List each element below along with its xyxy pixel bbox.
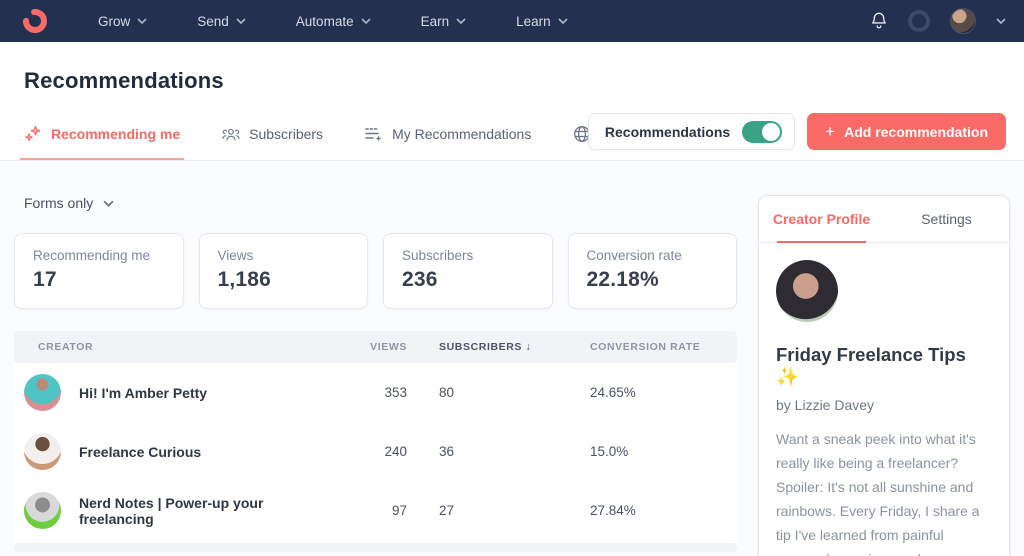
- stat-card-subscribers: Subscribers 236: [383, 233, 553, 309]
- account-chevron-down-icon[interactable]: [996, 18, 1006, 24]
- left-column: Forms only Recommending me 17 Views 1,18…: [14, 161, 737, 552]
- table-footer-strip: [14, 543, 737, 552]
- filter-label: Forms only: [24, 195, 94, 211]
- creator-cell: Hi! I'm Amber Petty: [24, 374, 337, 411]
- nav-menu-label: Automate: [295, 13, 354, 29]
- creators-table: Creator Views Subscribers ↓ Conversion r…: [14, 331, 737, 552]
- progress-ring-icon[interactable]: [908, 10, 930, 32]
- table-row[interactable]: Nerd Notes | Power-up your freelancing 9…: [14, 481, 737, 540]
- user-avatar[interactable]: [950, 8, 976, 34]
- panel-tab-settings[interactable]: Settings: [884, 196, 1009, 242]
- nav-menu-label: Grow: [98, 13, 131, 29]
- people-icon: [222, 125, 240, 143]
- tab-label: Recommending me: [51, 126, 181, 142]
- column-header-views[interactable]: Views: [337, 341, 407, 353]
- toggle-label: Recommendations: [604, 123, 731, 140]
- forms-only-dropdown[interactable]: Forms only: [24, 195, 114, 211]
- views-value: 353: [384, 385, 407, 400]
- creator-cell: Freelance Curious: [24, 433, 337, 470]
- recommendations-toggle-card: Recommendations: [587, 113, 796, 150]
- header-controls: Recommendations + Add recommendation: [587, 113, 1006, 150]
- tab-recommending-me[interactable]: Recommending me: [19, 125, 185, 160]
- creator-avatar: [24, 374, 61, 411]
- stats-row: Recommending me 17 Views 1,186 Subscribe…: [14, 233, 737, 309]
- stat-card-views: Views 1,186: [198, 233, 368, 309]
- add-recommendation-button[interactable]: + Add recommendation: [807, 113, 1006, 150]
- subscribers-value: 27: [439, 503, 455, 518]
- creator-name: Freelance Curious: [79, 443, 202, 460]
- stat-label: Subscribers: [402, 248, 474, 263]
- column-header-subscribers-sorted[interactable]: Subscribers ↓: [407, 341, 552, 353]
- nav-menu-label: Earn: [420, 13, 450, 29]
- subscribers-value: 80: [439, 385, 455, 400]
- stat-label: Recommending me: [33, 248, 151, 263]
- chevron-down-icon: [361, 18, 371, 24]
- stat-label: Conversion rate: [586, 248, 682, 263]
- panel-body: Friday Freelance Tips ✨ by Lizzie Davey …: [759, 243, 1009, 556]
- views-value: 97: [391, 503, 407, 518]
- brand-logo-icon[interactable]: [22, 8, 48, 34]
- creator-avatar: [24, 433, 61, 470]
- stat-value: 236: [402, 268, 438, 291]
- stat-value: 22.18%: [586, 268, 659, 291]
- page-title: Recommendations: [24, 68, 224, 93]
- stat-card-recommending-me: Recommending me 17: [14, 233, 184, 309]
- conversion-value: 24.65%: [590, 385, 636, 400]
- list-sparkle-icon: [365, 125, 383, 143]
- creator-profile-byline: by Lizzie Davey: [776, 397, 875, 413]
- recommendations-toggle-switch[interactable]: [742, 120, 783, 143]
- chevron-down-icon: [137, 18, 147, 24]
- notifications-bell-icon[interactable]: [870, 11, 888, 31]
- nav-menu-label: Send: [197, 13, 229, 29]
- chevron-down-icon: [103, 200, 114, 207]
- tab-subscribers[interactable]: Subscribers: [222, 125, 323, 160]
- creator-profile-title: Friday Freelance Tips ✨: [776, 344, 966, 387]
- nav-menu-learn[interactable]: Learn: [516, 14, 568, 29]
- chevron-down-icon: [456, 18, 466, 24]
- nav-menu-grow[interactable]: Grow: [98, 14, 147, 29]
- nav-menu-label: Learn: [516, 13, 551, 29]
- stat-card-conversion-rate: Conversion rate 22.18%: [567, 233, 737, 309]
- table-row[interactable]: Hi! I'm Amber Petty 353 80 24.65%: [14, 363, 737, 422]
- nav-right-cluster: [870, 8, 1006, 34]
- page-header: Recommendations Recommending me Subscrib…: [0, 42, 1024, 161]
- tab-label: Subscribers: [249, 126, 324, 142]
- add-button-label: Add recommendation: [844, 123, 988, 140]
- tab-my-recommendations[interactable]: My Recommendations: [365, 125, 531, 160]
- column-header-conversion-rate[interactable]: Conversion rate: [552, 341, 727, 353]
- creator-profile-avatar: [776, 260, 838, 322]
- chevron-down-icon: [236, 18, 246, 24]
- chevron-down-icon: [558, 18, 568, 24]
- toggle-knob: [762, 122, 781, 141]
- column-header-creator[interactable]: Creator: [38, 341, 337, 353]
- creator-name: Hi! I'm Amber Petty: [79, 384, 208, 401]
- creator-avatar: [24, 492, 61, 529]
- top-navigation: Grow Send Automate Earn Learn: [0, 0, 1024, 42]
- stat-value: 1,186: [217, 268, 272, 291]
- table-row[interactable]: Freelance Curious 240 36 15.0%: [14, 422, 737, 481]
- creator-name: Nerd Notes | Power-up your freelancing: [79, 494, 264, 527]
- stat-label: Views: [217, 248, 254, 263]
- sparkles-icon: [24, 125, 42, 143]
- views-value: 240: [384, 444, 407, 459]
- plus-icon: +: [825, 122, 836, 141]
- table-header-row: Creator Views Subscribers ↓ Conversion r…: [14, 331, 737, 363]
- subscribers-value: 36: [439, 444, 455, 459]
- nav-menu-send[interactable]: Send: [197, 14, 246, 29]
- creator-cell: Nerd Notes | Power-up your freelancing: [24, 492, 337, 529]
- tabs-row: Recommending me Subscribers My Recommend…: [19, 125, 655, 160]
- nav-menu-automate[interactable]: Automate: [296, 14, 371, 29]
- conversion-value: 15.0%: [590, 444, 629, 459]
- conversion-value: 27.84%: [590, 503, 636, 518]
- creator-profile-description: Want a sneak peek into what it's really …: [776, 431, 980, 556]
- nav-menu-earn[interactable]: Earn: [421, 14, 467, 29]
- panel-tabs: Creator Profile Settings: [759, 196, 1009, 243]
- nav-menus: Grow Send Automate Earn Learn: [98, 14, 568, 29]
- tab-label: My Recommendations: [392, 126, 532, 142]
- creator-profile-panel: Creator Profile Settings Friday Freelanc…: [758, 195, 1010, 556]
- panel-tab-creator-profile[interactable]: Creator Profile: [759, 196, 884, 243]
- stat-value: 17: [33, 268, 57, 291]
